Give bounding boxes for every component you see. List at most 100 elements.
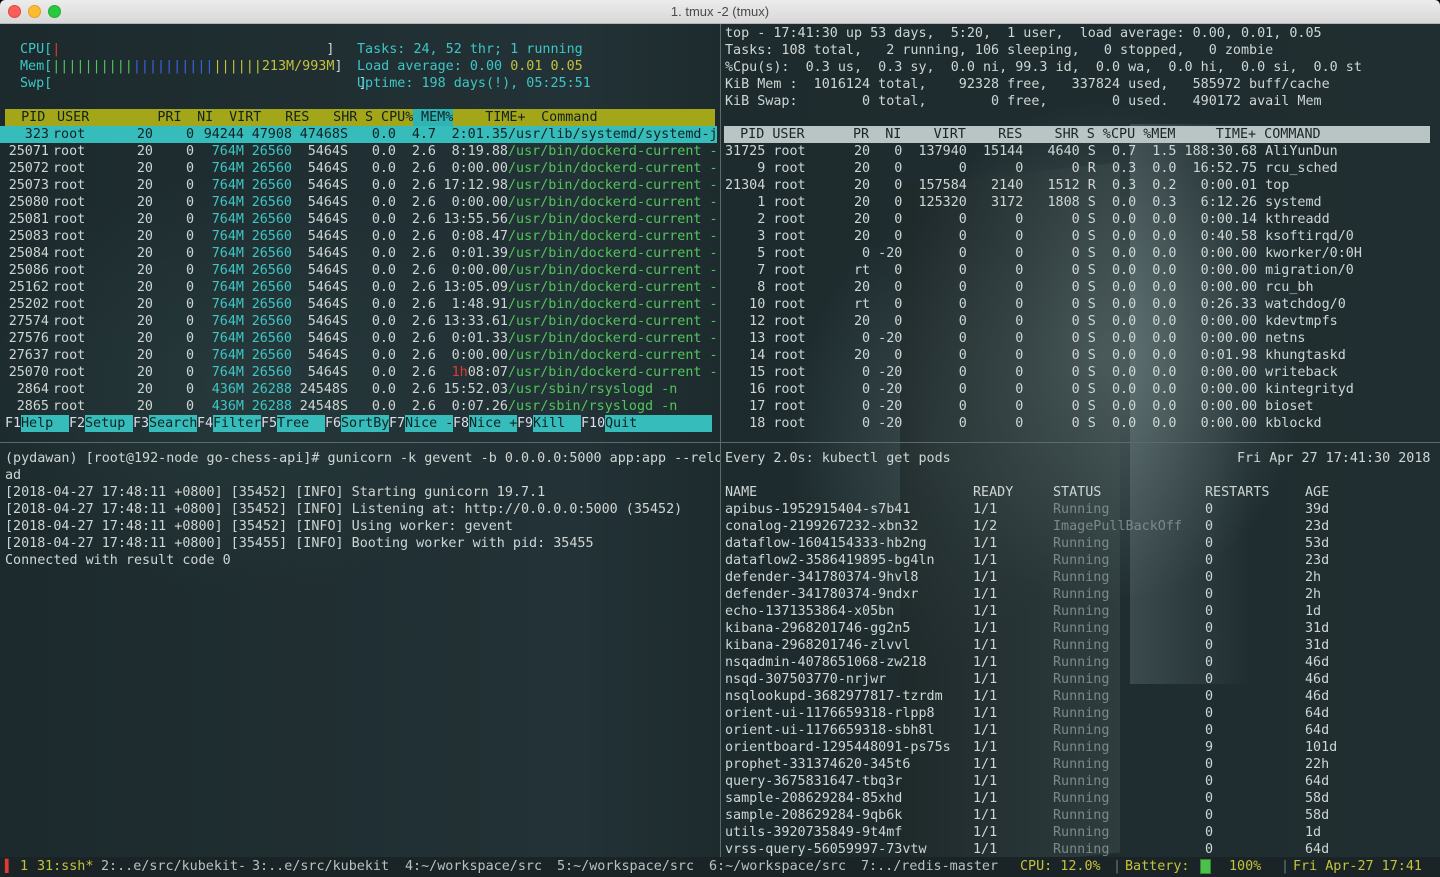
- htop-process-row[interactable]: 27574 root 20 0 764M 26560 5464 S 0.0 2.6 13:33.61…: [0, 313, 718, 330]
- htop-col-header[interactable]: CPU%: [373, 109, 413, 126]
- htop-cell-s: S: [340, 195, 349, 210]
- htop-col-header[interactable]: USER: [49, 109, 109, 126]
- htop-process-row[interactable]: 25073 root 20 0 764M 26560 5464 S 0.0 2.6 17:12.98…: [0, 177, 718, 194]
- pod-age: 1d: [1305, 604, 1322, 619]
- htop-cell-time: 2:01.35: [451, 127, 508, 142]
- htop-cell-cpu: 0.0: [371, 280, 396, 295]
- pod-ready: 1/1: [973, 723, 998, 738]
- pod-name: query-3675831647-tbq3r: [725, 774, 903, 789]
- fkey-f4[interactable]: F4: [197, 415, 213, 432]
- htop-col-header[interactable]: TIME+: [453, 109, 526, 126]
- status-separator: |: [1113, 859, 1122, 874]
- htop-process-row[interactable]: 25083 root 20 0 764M 26560 5464 S 0.0 2.6 0:08.47/…: [0, 228, 718, 245]
- pane-divider-horizontal[interactable]: [0, 442, 1440, 443]
- htop-cell-virt: 764M: [211, 195, 244, 210]
- htop-col-header[interactable]: RES: [261, 109, 309, 126]
- fkey-label[interactable]: Search: [149, 415, 197, 432]
- fkey-label[interactable]: Tree: [277, 415, 325, 432]
- tmux-window-tab[interactable]: 6:~/workspace/src: [709, 858, 846, 875]
- fkey-f6[interactable]: F6: [325, 415, 341, 432]
- fkey-f1[interactable]: F1: [5, 415, 21, 432]
- fkey-label[interactable]: Kill: [533, 415, 581, 432]
- fkey-f7[interactable]: F7: [389, 415, 405, 432]
- cpu-usage: CPU: 12.0%: [1020, 859, 1101, 874]
- fkey-label[interactable]: Nice -: [405, 415, 453, 432]
- fkey-label[interactable]: Setup: [85, 415, 133, 432]
- fkey-f10[interactable]: F10: [581, 415, 605, 432]
- htop-process-row[interactable]: 2865 root 20 0 436M 26288 24548 S 0.0 2.6 0:07.26/…: [0, 398, 717, 415]
- htop-col-header[interactable]: S: [357, 109, 373, 126]
- htop-col-header[interactable]: NI: [181, 109, 213, 126]
- htop-cell-virt: 436M: [211, 399, 244, 414]
- shell-command-line[interactable]: (pydawan) [root@192-node go-chess-api]# …: [5, 450, 720, 467]
- fkey-f8[interactable]: F8: [453, 415, 469, 432]
- pod-restarts: 0: [1205, 502, 1214, 517]
- htop-cell-pid: 25080: [8, 195, 49, 210]
- fkey-label[interactable]: Help: [21, 415, 69, 432]
- htop-col-header[interactable]: PID: [5, 109, 49, 126]
- kubectl-watch-pane[interactable]: Every 2.0s: kubectl get pods Fri Apr 27 …: [722, 444, 1440, 856]
- pod-name: dataflow-1604154333-hb2ng: [725, 536, 927, 551]
- top-process-row: 31725 root 20 0 137940 15144 4640 S 0.7 …: [725, 144, 1338, 159]
- htop-column-header[interactable]: PID USER PRI NI VIRT RES SHR S CPU% MEM%…: [0, 109, 717, 126]
- htop-col-header[interactable]: MEM%: [413, 109, 453, 126]
- tasks-summary: Tasks: 24, 52 thr; 1 running: [357, 42, 583, 57]
- pod-name: vrss-query-56059997-73vtw: [725, 842, 927, 856]
- htop-cell-ni: 0: [185, 127, 194, 142]
- htop-cell-cmd: /usr/bin/dockerd-current -: [508, 331, 718, 346]
- htop-process-row[interactable]: 25084 root 20 0 764M 26560 5464 S 0.0 2.6 0:01.39/…: [0, 245, 718, 262]
- tmux-window-tab[interactable]: 2:..e/src/kubekit-: [101, 858, 246, 875]
- htop-cell-virt: 436M: [211, 382, 244, 397]
- htop-col-header[interactable]: SHR: [309, 109, 357, 126]
- htop-cell-pid: 25086: [8, 263, 49, 278]
- htop-cell-virt: 94244: [203, 127, 244, 142]
- fkey-f2[interactable]: F2: [69, 415, 85, 432]
- tmux-window-tab[interactable]: 3:..e/src/kubekit: [252, 858, 389, 875]
- htop-pane[interactable]: CPU[| ] Mem[||||||||||||||||||||||||||21…: [0, 24, 720, 442]
- shell-pane[interactable]: (pydawan) [root@192-node go-chess-api]# …: [0, 444, 720, 856]
- fkey-f9[interactable]: F9: [517, 415, 533, 432]
- pod-restarts: 0: [1205, 638, 1214, 653]
- htop-col-header[interactable]: VIRT: [213, 109, 261, 126]
- htop-process-row[interactable]: 25072 root 20 0 764M 26560 5464 S 0.0 2.6 0:00.00/…: [0, 160, 718, 177]
- htop-process-row[interactable]: 25080 root 20 0 764M 26560 5464 S 0.0 2.6 0:00.00/…: [0, 194, 718, 211]
- watch-timestamp: Fri Apr 27 17:41:30 2018: [1237, 451, 1431, 466]
- htop-process-row[interactable]: 323 root 20 0 94244 47908 47468 S 0.0 4.7 2:01.35/…: [0, 126, 718, 143]
- htop-process-row[interactable]: 2864 root 20 0 436M 26288 24548 S 0.0 2.6 15:52.03…: [0, 381, 717, 398]
- htop-col-header[interactable]: PRI: [109, 109, 182, 126]
- fkey-label[interactable]: Quit: [605, 415, 712, 432]
- htop-cell-shr: 5464: [307, 212, 340, 227]
- htop-process-row[interactable]: 27637 root 20 0 764M 26560 5464 S 0.0 2.6 0:00.00/…: [0, 347, 718, 364]
- htop-process-row[interactable]: 27576 root 20 0 764M 26560 5464 S 0.0 2.6 0:01.33/…: [0, 330, 718, 347]
- htop-process-row[interactable]: 25086 root 20 0 764M 26560 5464 S 0.0 2.6 0:00.00/…: [0, 262, 718, 279]
- top-summary-line: Tasks: 108 total, 2 running, 106 sleepin…: [725, 43, 1274, 58]
- fkey-f3[interactable]: F3: [133, 415, 149, 432]
- htop-process-row[interactable]: 25162 root 20 0 764M 26560 5464 S 0.0 2.6 13:05.09…: [0, 279, 718, 296]
- htop-cell-cmd: /usr/bin/dockerd-current -: [508, 280, 718, 295]
- pod-status: Running: [1053, 842, 1110, 856]
- pane-divider-vertical[interactable]: [720, 24, 721, 857]
- htop-process-row[interactable]: 25070 root 20 0 764M 26560 5464 S 0.0 2.6 1h08:07/…: [0, 364, 718, 381]
- pod-row: orient-ui-1176659318-sbh8l 1/1 Running 0 64d: [722, 722, 1422, 739]
- htop-col-header[interactable]: Command: [525, 109, 715, 126]
- pod-name: defender-341780374-9ndxr: [725, 587, 919, 602]
- fkey-label[interactable]: Filter: [213, 415, 261, 432]
- top-summary-line: KiB Mem : 1016124 total, 92328 free, 337…: [725, 77, 1330, 92]
- htop-cell-virt: 764M: [211, 263, 244, 278]
- tmux-window-tab[interactable]: 4:~/workspace/src: [405, 858, 542, 875]
- fkey-f5[interactable]: F5: [261, 415, 277, 432]
- tmux-window-tab[interactable]: 5:~/workspace/src: [557, 858, 694, 875]
- htop-process-row[interactable]: 25081 root 20 0 764M 26560 5464 S 0.0 2.6 13:55.56…: [0, 211, 718, 228]
- terminal-area[interactable]: CPU[| ] Mem[||||||||||||||||||||||||||21…: [0, 24, 1440, 877]
- top-pane[interactable]: top - 17:41:30 up 53 days, 5:20, 1 user,…: [722, 24, 1440, 442]
- pod-status: ImagePullBackOff: [1053, 519, 1182, 534]
- htop-process-row[interactable]: 25071 root 20 0 764M 26560 5464 S 0.0 2.6 8:19.88/…: [0, 143, 718, 160]
- htop-cell-ni: 0: [185, 348, 194, 363]
- fkey-label[interactable]: Nice +: [469, 415, 517, 432]
- tmux-window-tab[interactable]: 7:../redis-master: [861, 858, 998, 875]
- htop-cell-pri: 20: [136, 365, 153, 380]
- htop-cell-virt: 764M: [211, 280, 244, 295]
- tmux-window-tab[interactable]: 31:ssh*: [37, 858, 93, 875]
- fkey-label[interactable]: SortBy: [341, 415, 389, 432]
- htop-process-row[interactable]: 25202 root 20 0 764M 26560 5464 S 0.0 2.6 1:48.91/…: [0, 296, 718, 313]
